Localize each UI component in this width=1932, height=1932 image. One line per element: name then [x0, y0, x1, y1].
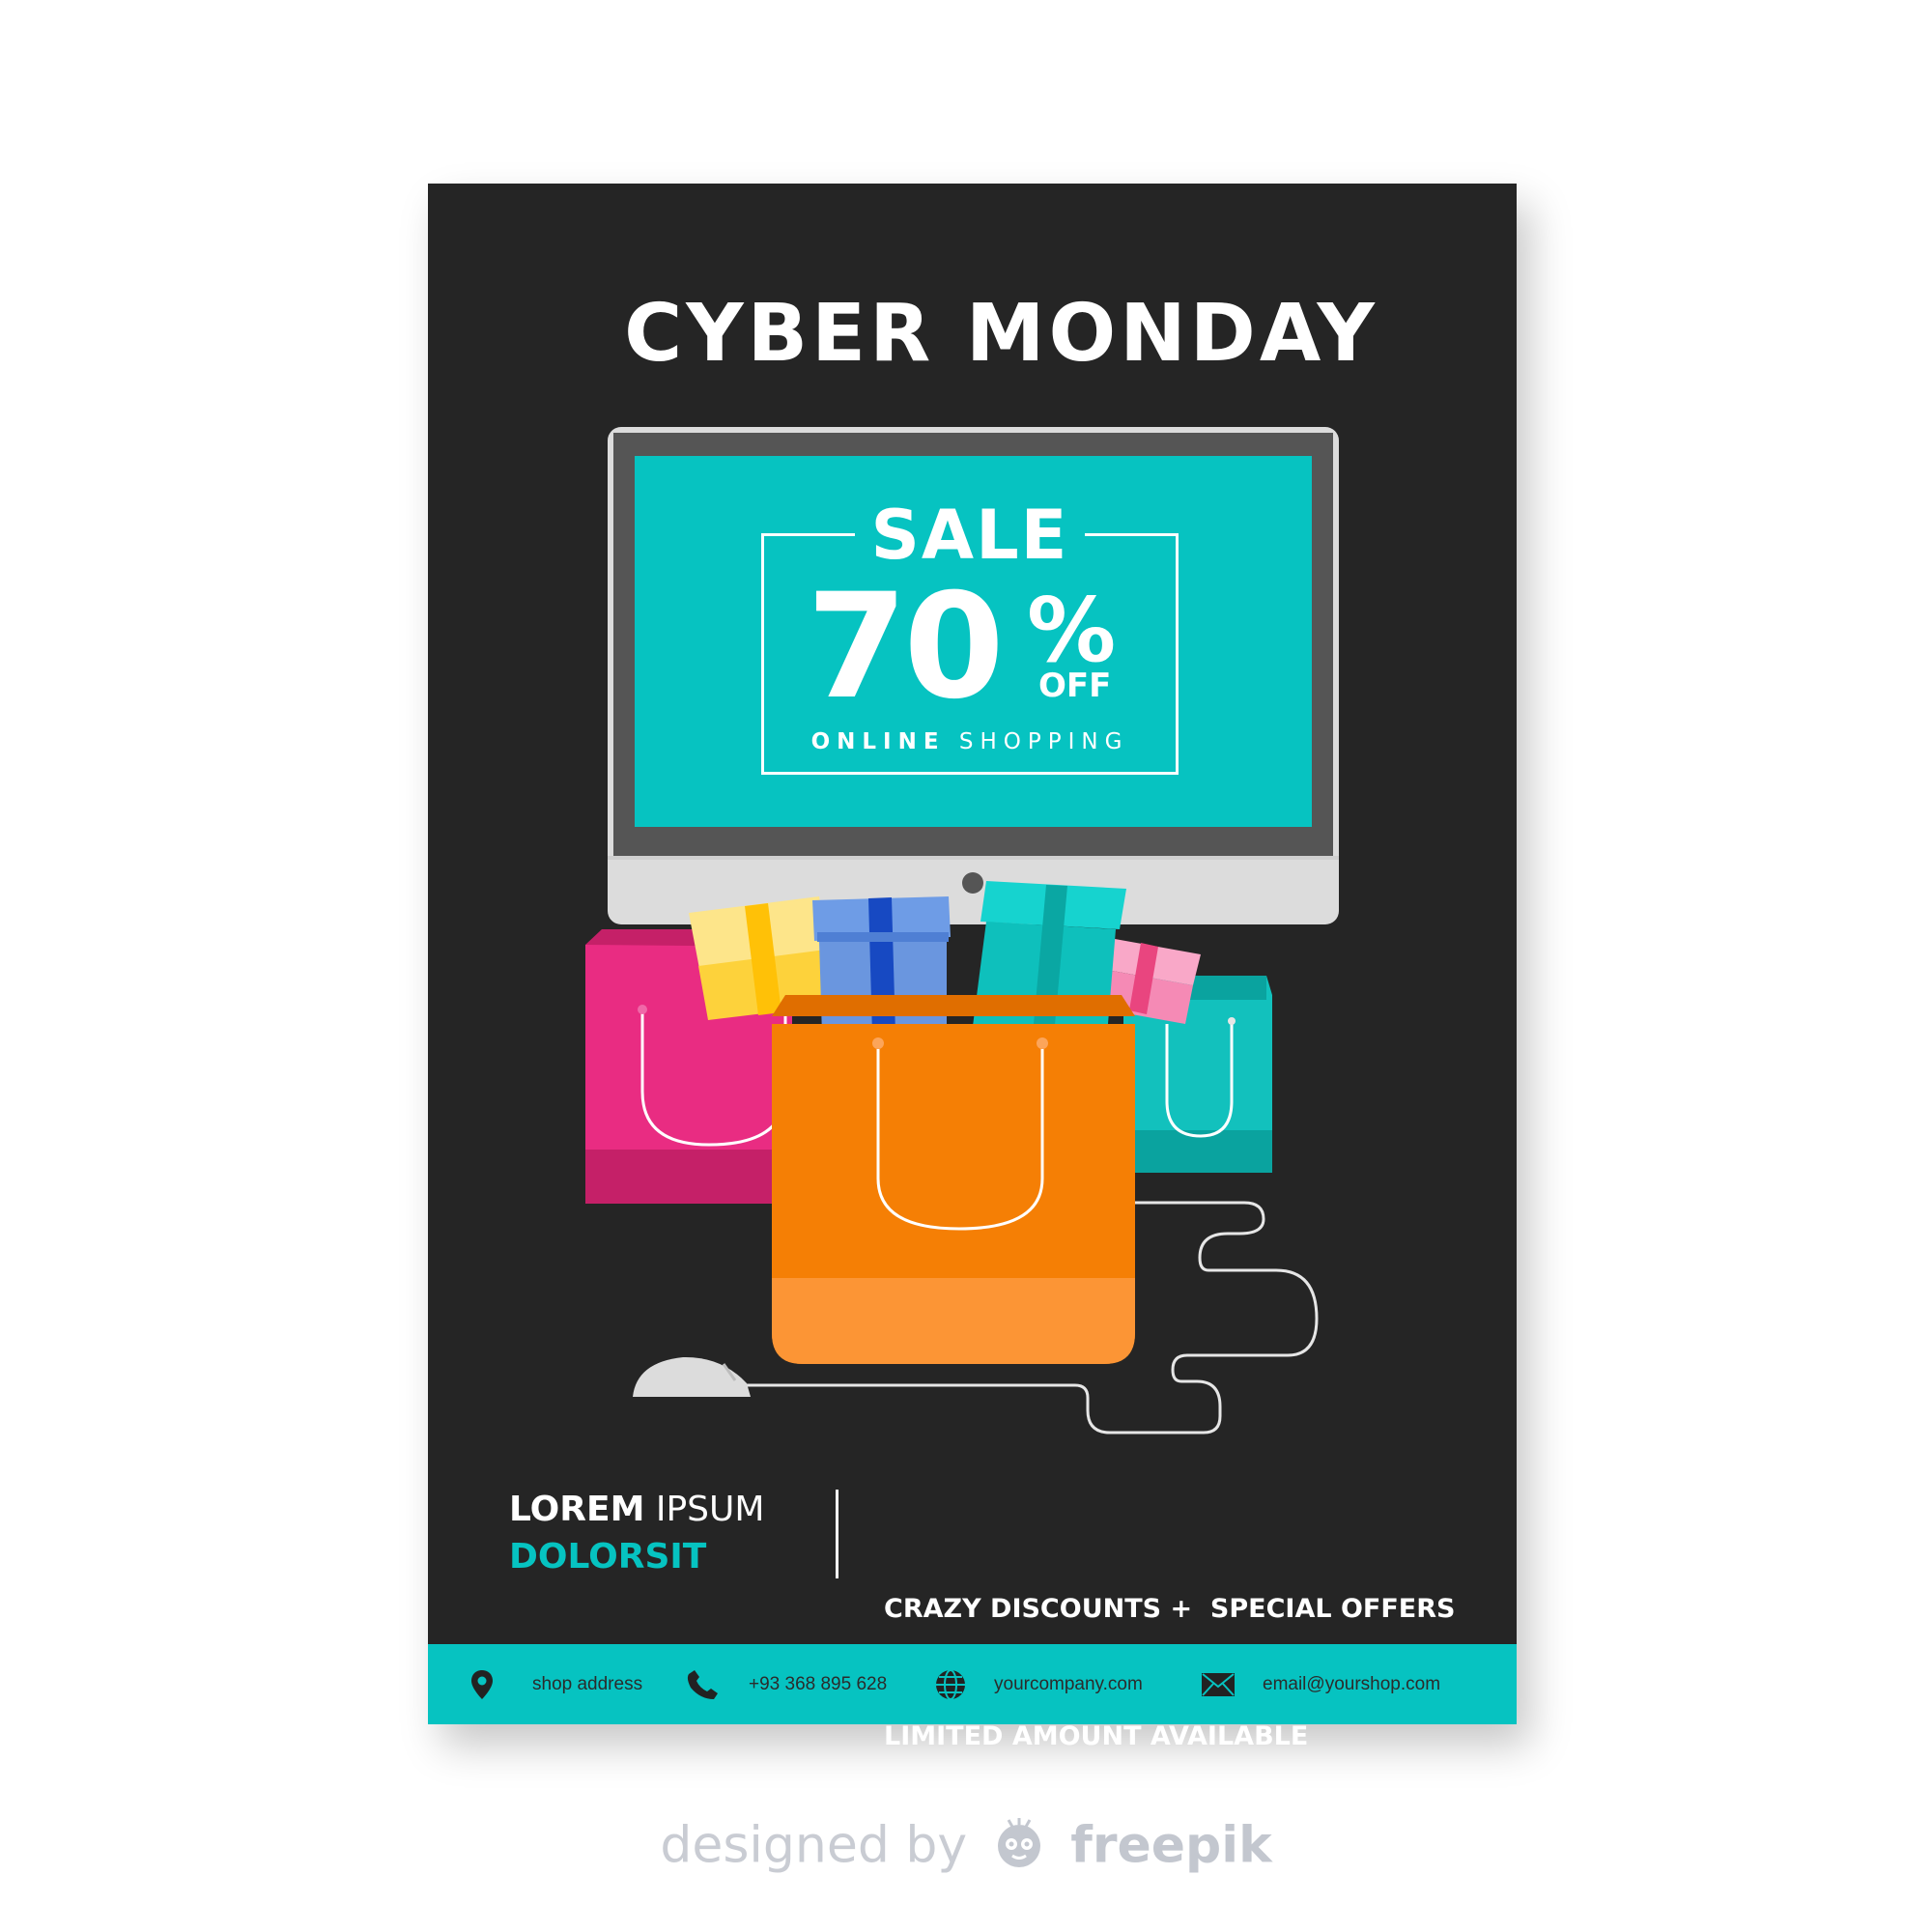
location-pin-icon [471, 1669, 493, 1699]
cyber-monday-flyer: CYBER MONDAY SALE 70 % OFF ONLINE SHOPPI… [428, 184, 1517, 1751]
envelope-icon [1202, 1672, 1235, 1696]
offer-line-1: CRAZY DISCOUNTS + SPECIAL OFFERS [884, 1594, 1456, 1624]
phone-number-text: +93 368 895 628 [749, 1673, 888, 1694]
shopping-illustration [585, 427, 1339, 1435]
contact-footer: shop address +93 368 895 628 yourcompany… [428, 1644, 1517, 1724]
discount-number: 70 [807, 563, 1005, 731]
website-text: yourcompany.com [994, 1673, 1143, 1694]
freepik-credit: designed by freepik [0, 1814, 1932, 1883]
designed-by-text: designed by [660, 1816, 968, 1875]
online-shopping-label: ONLINE SHOPPING [810, 729, 1129, 754]
dolorsit-label: DOLORSIT [509, 1537, 707, 1577]
lorem-ipsum-heading: LOREM IPSUM DOLORSIT [509, 1486, 764, 1580]
shop-address-text: shop address [532, 1673, 643, 1694]
globe-icon [936, 1668, 965, 1700]
computer-mouse-icon [633, 1356, 751, 1397]
freepik-logo-icon [997, 1818, 1040, 1867]
orange-shopping-bag [772, 995, 1135, 1364]
freepik-brand-text: freepik [1070, 1816, 1272, 1875]
address-item [470, 1644, 494, 1724]
vertical-divider [836, 1490, 838, 1578]
discount-percent-sign: % [1027, 579, 1117, 682]
email-text: email@yourshop.com [1263, 1673, 1441, 1694]
phone-icon [687, 1669, 718, 1699]
sale-badge: SALE 70 % OFF ONLINE SHOPPING [761, 496, 1179, 775]
discount-off-label: OFF [1038, 667, 1112, 705]
